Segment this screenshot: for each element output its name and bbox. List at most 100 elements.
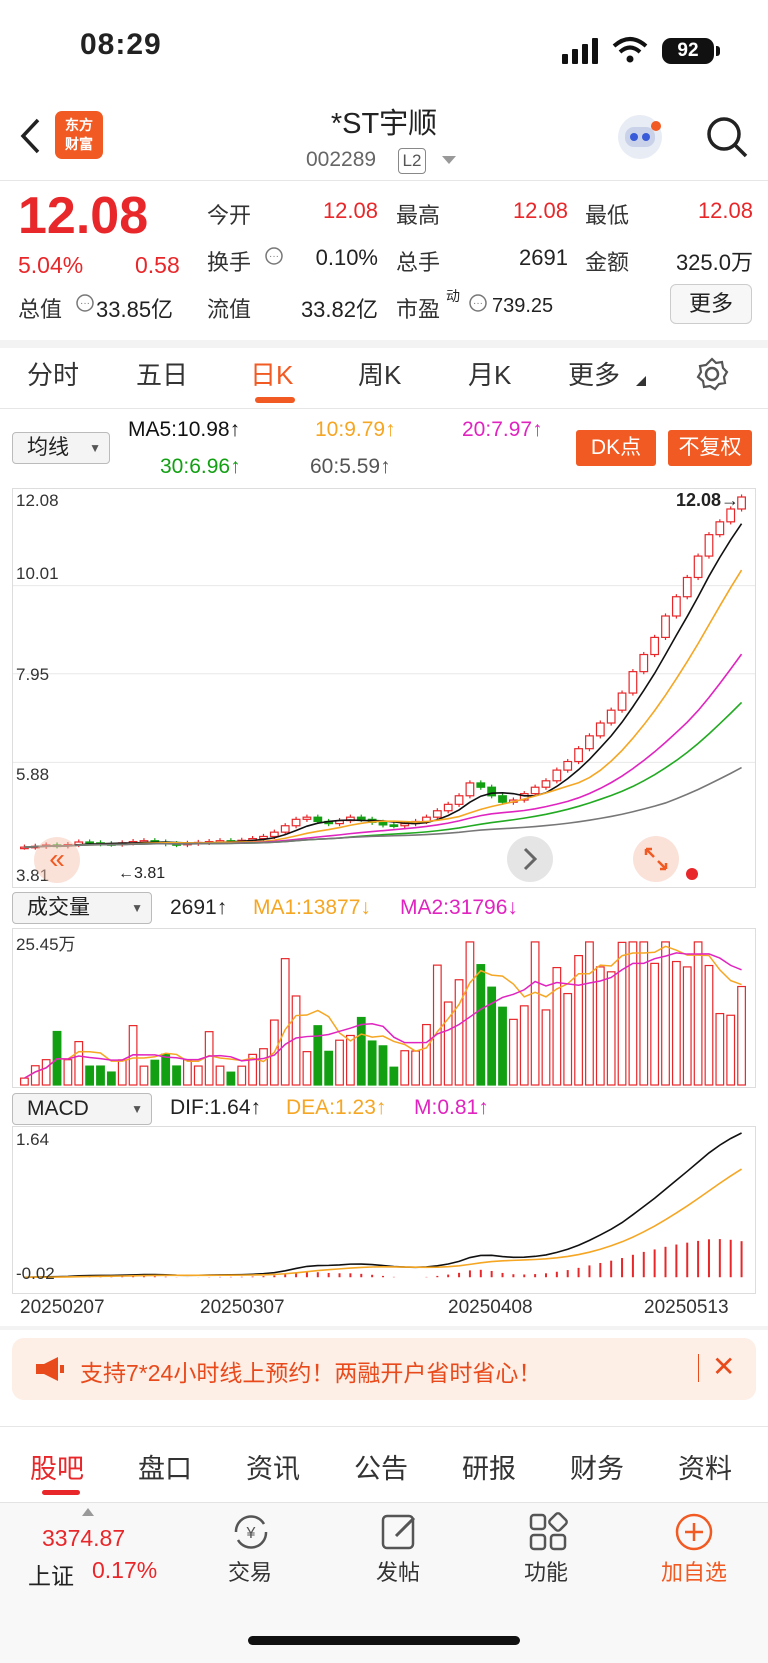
candle-body <box>269 831 279 838</box>
add-favorite-icon[interactable] <box>674 1512 714 1552</box>
candle-body <box>682 576 692 598</box>
volume-bar <box>715 1012 725 1086</box>
volume-bar <box>106 1071 116 1086</box>
adjust-button[interactable]: 不复权 <box>668 430 752 466</box>
status-time: 08:29 <box>80 28 162 61</box>
candle-body <box>585 735 594 750</box>
search-icon[interactable] <box>705 115 749 159</box>
info-icon-pe[interactable]: ··· <box>468 293 488 313</box>
fullscreen-icon[interactable] <box>632 835 680 883</box>
add-favorite-label[interactable]: 加自选 <box>644 1555 744 1587</box>
tab-announcement[interactable]: 公告 <box>354 1447 408 1486</box>
indicator-select-volume[interactable]: 成交量 ▼ <box>12 892 152 924</box>
trade-label[interactable]: 交易 <box>200 1555 300 1587</box>
tab-five-day[interactable]: 五日 <box>136 355 188 392</box>
tab-news[interactable]: 资讯 <box>246 1447 300 1486</box>
function-label[interactable]: 功能 <box>496 1555 596 1587</box>
volume-ma1: MA1:13877↓ <box>253 896 371 919</box>
tab-finance[interactable]: 财务 <box>570 1447 624 1486</box>
volume-bar <box>661 941 670 1086</box>
info-icon[interactable]: ··· <box>264 246 284 266</box>
index-change[interactable]: 0.17% <box>92 1557 157 1584</box>
candle-body <box>302 816 312 820</box>
volume-bar <box>726 1014 736 1086</box>
date-label-1: 20250207 <box>20 1297 105 1318</box>
volume-label: 总手 <box>396 250 441 275</box>
open-value: 12.08 <box>322 198 378 223</box>
volume-bar <box>737 985 746 1086</box>
volume-bar <box>671 960 681 1086</box>
tab-pankou[interactable]: 盘口 <box>138 1447 192 1486</box>
indicator-volume-label: 成交量 <box>27 896 90 919</box>
amount-value: 325.0万 <box>675 250 753 275</box>
stock-code: 002289 <box>306 148 377 171</box>
dropdown-arrow-icon: ▼ <box>89 441 101 455</box>
volume-bar <box>291 995 301 1086</box>
volume-bar <box>204 1031 214 1086</box>
robot-assistant-icon[interactable] <box>615 112 665 162</box>
bottom-bar-divider <box>0 1502 768 1503</box>
candle-body <box>563 760 573 771</box>
chevron-down-icon[interactable] <box>442 156 456 166</box>
volume-bar <box>335 1039 344 1086</box>
indicator-select-macd[interactable]: MACD ▼ <box>12 1093 152 1125</box>
volume-chart[interactable] <box>12 928 756 1088</box>
dk-point-button[interactable]: DK点 <box>576 430 656 466</box>
volume-bar <box>498 1006 507 1086</box>
volume-bar <box>313 1025 323 1086</box>
up-triangle-icon <box>82 1508 94 1516</box>
pe-value: 739.25 <box>492 295 554 317</box>
section-gap-2 <box>0 1326 768 1330</box>
indicator-select-ma[interactable]: 均线 ▼ <box>12 432 110 464</box>
tab-more[interactable]: 更多 <box>568 355 620 392</box>
index-value[interactable]: 3374.87 <box>42 1525 125 1552</box>
volume-y-max: 25.45万 <box>16 935 76 954</box>
tab-guba[interactable]: 股吧 <box>30 1447 84 1486</box>
macd-chart[interactable] <box>12 1126 756 1294</box>
trade-icon[interactable]: ¥ <box>230 1512 272 1552</box>
high-value: 12.08 <box>512 198 568 223</box>
volume-value: 2691 <box>519 245 568 270</box>
next-arrow-button[interactable] <box>506 835 554 883</box>
edit-post-icon[interactable] <box>380 1512 420 1552</box>
y-label-3: 7.95 <box>16 665 50 684</box>
close-icon[interactable]: ✕ <box>712 1350 735 1383</box>
scroll-left-fast-button[interactable]: « <box>34 837 80 883</box>
svg-text:···: ··· <box>80 298 90 309</box>
candle-body <box>313 816 323 823</box>
volume-bar <box>172 1065 181 1086</box>
kline-chart[interactable] <box>12 488 756 888</box>
tab-daily-k[interactable]: 日K <box>250 355 293 392</box>
macd-dea-line <box>24 1168 742 1279</box>
more-quote-button[interactable]: 更多 <box>670 284 752 324</box>
tab-research[interactable]: 研报 <box>462 1447 516 1486</box>
promo-text[interactable]: 支持7*24小时线上预约！两融开户省时省心！ <box>80 1354 541 1388</box>
tab-intraday[interactable]: 分时 <box>27 355 79 392</box>
bottom-tab-indicator <box>42 1490 80 1495</box>
volume-bar <box>280 958 290 1086</box>
candle-body <box>628 671 638 694</box>
low-label: 最低 <box>585 203 630 228</box>
volume-bar <box>20 1077 29 1086</box>
volume-bar <box>85 1065 95 1086</box>
candle-body <box>552 769 562 782</box>
y-label-max: 12.08 <box>16 491 59 510</box>
gear-icon[interactable] <box>695 357 729 391</box>
volume-ma2: MA2:31796↓ <box>400 896 518 919</box>
volume-bar <box>30 1065 40 1086</box>
candle-body <box>498 795 507 803</box>
candle-body <box>606 709 616 724</box>
tab-monthly-k[interactable]: 月K <box>468 355 511 392</box>
tab-profile[interactable]: 资料 <box>678 1447 732 1486</box>
candle-body <box>443 803 453 812</box>
post-label[interactable]: 发帖 <box>348 1555 448 1587</box>
volume-bar <box>606 971 616 1086</box>
volume-bar <box>324 1050 334 1086</box>
info-icon-mktcap[interactable]: ··· <box>75 293 95 313</box>
volume-bar <box>378 1045 388 1086</box>
level2-badge[interactable]: L2 <box>398 148 426 174</box>
apps-grid-icon[interactable] <box>528 1512 568 1552</box>
index-name[interactable]: 上证 <box>28 1557 74 1591</box>
volume-bar <box>704 964 714 1086</box>
tab-weekly-k[interactable]: 周K <box>358 355 401 392</box>
